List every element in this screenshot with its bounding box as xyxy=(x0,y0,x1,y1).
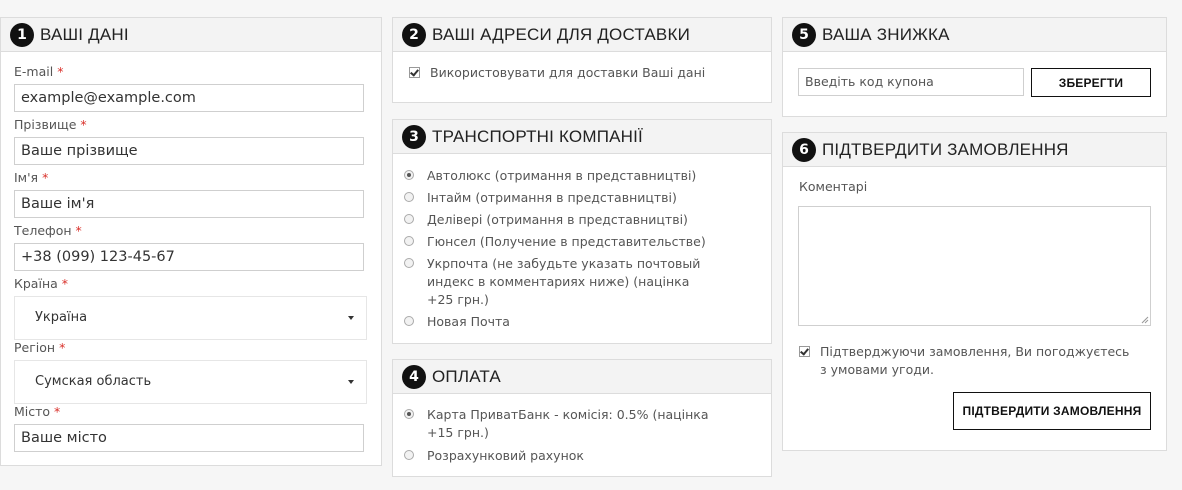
required-mark: * xyxy=(42,170,49,185)
step-number-4: 4 xyxy=(402,364,426,389)
step-number-1: 1 xyxy=(10,22,34,47)
city-input[interactable]: Ваше місто xyxy=(14,424,364,452)
caret-down-icon xyxy=(348,316,354,320)
step-number-5: 5 xyxy=(792,22,816,47)
step-number-3: 3 xyxy=(402,124,426,149)
step-number-6: 6 xyxy=(792,137,816,162)
country-select[interactable]: Україна xyxy=(14,296,367,340)
transport-option-label: Делівері (отримання в представництві) xyxy=(427,212,688,227)
radio-button[interactable] xyxy=(404,258,414,268)
confirm-panel: 6 ПІДТВЕРДИТИ ЗАМОВЛЕННЯ Коментарі Підтв… xyxy=(782,132,1167,451)
transport-header: 3 ТРАНСПОРТНІ КОМПАНІЇ xyxy=(393,120,771,154)
required-mark: * xyxy=(75,223,82,238)
transport-panel: 3 ТРАНСПОРТНІ КОМПАНІЇ Автолюкс (отриман… xyxy=(392,119,772,344)
delivery-address-header: 2 ВАШІ АДРЕСИ ДЛЯ ДОСТАВКИ xyxy=(393,18,771,52)
required-mark: * xyxy=(54,404,61,419)
transport-option-label: Автолюкс (отримання в представництві) xyxy=(427,168,697,183)
discount-panel: 5 ВАША ЗНИЖКА Введіть код купона ЗБЕРЕГТ… xyxy=(782,17,1167,117)
transport-option-label: Укрпочта (не забудьте указать почтовый и… xyxy=(427,256,701,307)
use-personal-data-checkbox[interactable] xyxy=(409,67,420,78)
name-label: Ім'я * xyxy=(14,170,49,185)
transport-option-label: Новая Почта xyxy=(427,314,510,329)
payment-option[interactable]: Розрахунковий рахунок xyxy=(404,447,724,465)
required-mark: * xyxy=(59,340,66,355)
required-mark: * xyxy=(61,276,69,291)
required-mark: * xyxy=(80,117,87,132)
transport-option[interactable]: Гюнсел (Получение в представительстве) xyxy=(404,233,724,251)
coupon-input[interactable]: Введіть код купона xyxy=(798,68,1024,96)
surname-input[interactable]: Ваше прізвище xyxy=(14,137,364,165)
surname-label: Прізвище * xyxy=(14,117,87,132)
radio-button[interactable] xyxy=(404,236,414,246)
transport-title: ТРАНСПОРТНІ КОМПАНІЇ xyxy=(432,126,643,146)
discount-title: ВАША ЗНИЖКА xyxy=(822,24,950,44)
use-personal-data-label: Використовувати для доставки Ваші дані xyxy=(430,65,706,80)
transport-option[interactable]: Делівері (отримання в представництві) xyxy=(404,211,724,229)
radio-button[interactable] xyxy=(404,170,414,180)
caret-down-icon xyxy=(348,380,354,384)
radio-button[interactable] xyxy=(404,214,414,224)
personal-data-title: ВАШІ ДАНІ xyxy=(40,24,129,44)
region-select-value: Сумская область xyxy=(35,374,152,389)
discount-header: 5 ВАША ЗНИЖКА xyxy=(783,18,1166,52)
country-label: Країна * xyxy=(14,276,69,291)
transport-option[interactable]: Укрпочта (не забудьте указать почтовый и… xyxy=(404,255,724,309)
save-coupon-button[interactable]: ЗБЕРЕГТИ xyxy=(1031,68,1151,97)
payment-panel: 4 ОПЛАТА Карта ПриватБанк - комісія: 0.5… xyxy=(392,359,772,477)
payment-title: ОПЛАТА xyxy=(432,366,501,386)
personal-data-panel: 1 ВАШІ ДАНІ E-mail * example@example.com… xyxy=(0,17,382,466)
confirm-header: 6 ПІДТВЕРДИТИ ЗАМОВЛЕННЯ xyxy=(783,133,1166,167)
radio-button[interactable] xyxy=(404,192,414,202)
step-number-2: 2 xyxy=(402,22,426,47)
payment-option-label: Карта ПриватБанк - комісія: 0.5% (націнк… xyxy=(427,407,709,440)
confirm-order-button[interactable]: ПІДТВЕРДИТИ ЗАМОВЛЕННЯ xyxy=(953,392,1151,430)
transport-option-label: Гюнсел (Получение в представительстве) xyxy=(427,234,706,249)
payment-header: 4 ОПЛАТА xyxy=(393,360,771,394)
comments-label: Коментарі xyxy=(799,179,868,194)
region-label: Регіон * xyxy=(14,340,66,355)
region-select[interactable]: Сумская область xyxy=(14,360,367,404)
transport-option[interactable]: Автолюкс (отримання в представництві) xyxy=(404,167,724,185)
radio-button[interactable] xyxy=(404,450,414,460)
name-input[interactable]: Ваше ім'я xyxy=(14,190,364,218)
email-label: E-mail * xyxy=(14,64,64,79)
radio-button[interactable] xyxy=(404,409,414,419)
comments-textarea[interactable] xyxy=(798,206,1151,326)
email-input[interactable]: example@example.com xyxy=(14,84,364,112)
delivery-address-panel: 2 ВАШІ АДРЕСИ ДЛЯ ДОСТАВКИ Використовува… xyxy=(392,17,772,103)
phone-input[interactable]: +38 (099) 123-45-67 xyxy=(14,243,364,271)
required-mark: * xyxy=(57,64,64,79)
resize-handle-icon[interactable] xyxy=(1141,316,1149,324)
agree-terms-option[interactable]: Підтверджуючи замовлення, Ви погоджуєтес… xyxy=(799,343,1139,379)
confirm-title: ПІДТВЕРДИТИ ЗАМОВЛЕННЯ xyxy=(822,139,1069,159)
city-label: Місто * xyxy=(14,404,61,419)
phone-label: Телефон * xyxy=(14,223,82,238)
country-select-value: Україна xyxy=(35,310,88,325)
agree-terms-label: Підтверджуючи замовлення, Ви погоджуєтес… xyxy=(820,344,1130,377)
transport-option[interactable]: Новая Почта xyxy=(404,313,724,331)
personal-data-header: 1 ВАШІ ДАНІ xyxy=(1,18,381,52)
radio-button[interactable] xyxy=(404,316,414,326)
transport-option-label: Інтайм (отримання в представництві) xyxy=(427,190,677,205)
payment-option-label: Розрахунковий рахунок xyxy=(427,448,584,463)
transport-option[interactable]: Інтайм (отримання в представництві) xyxy=(404,189,724,207)
agree-terms-checkbox[interactable] xyxy=(799,346,810,357)
use-personal-data-option[interactable]: Використовувати для доставки Ваші дані xyxy=(409,64,749,82)
delivery-address-title: ВАШІ АДРЕСИ ДЛЯ ДОСТАВКИ xyxy=(432,24,690,44)
payment-option[interactable]: Карта ПриватБанк - комісія: 0.5% (націнк… xyxy=(404,406,724,442)
